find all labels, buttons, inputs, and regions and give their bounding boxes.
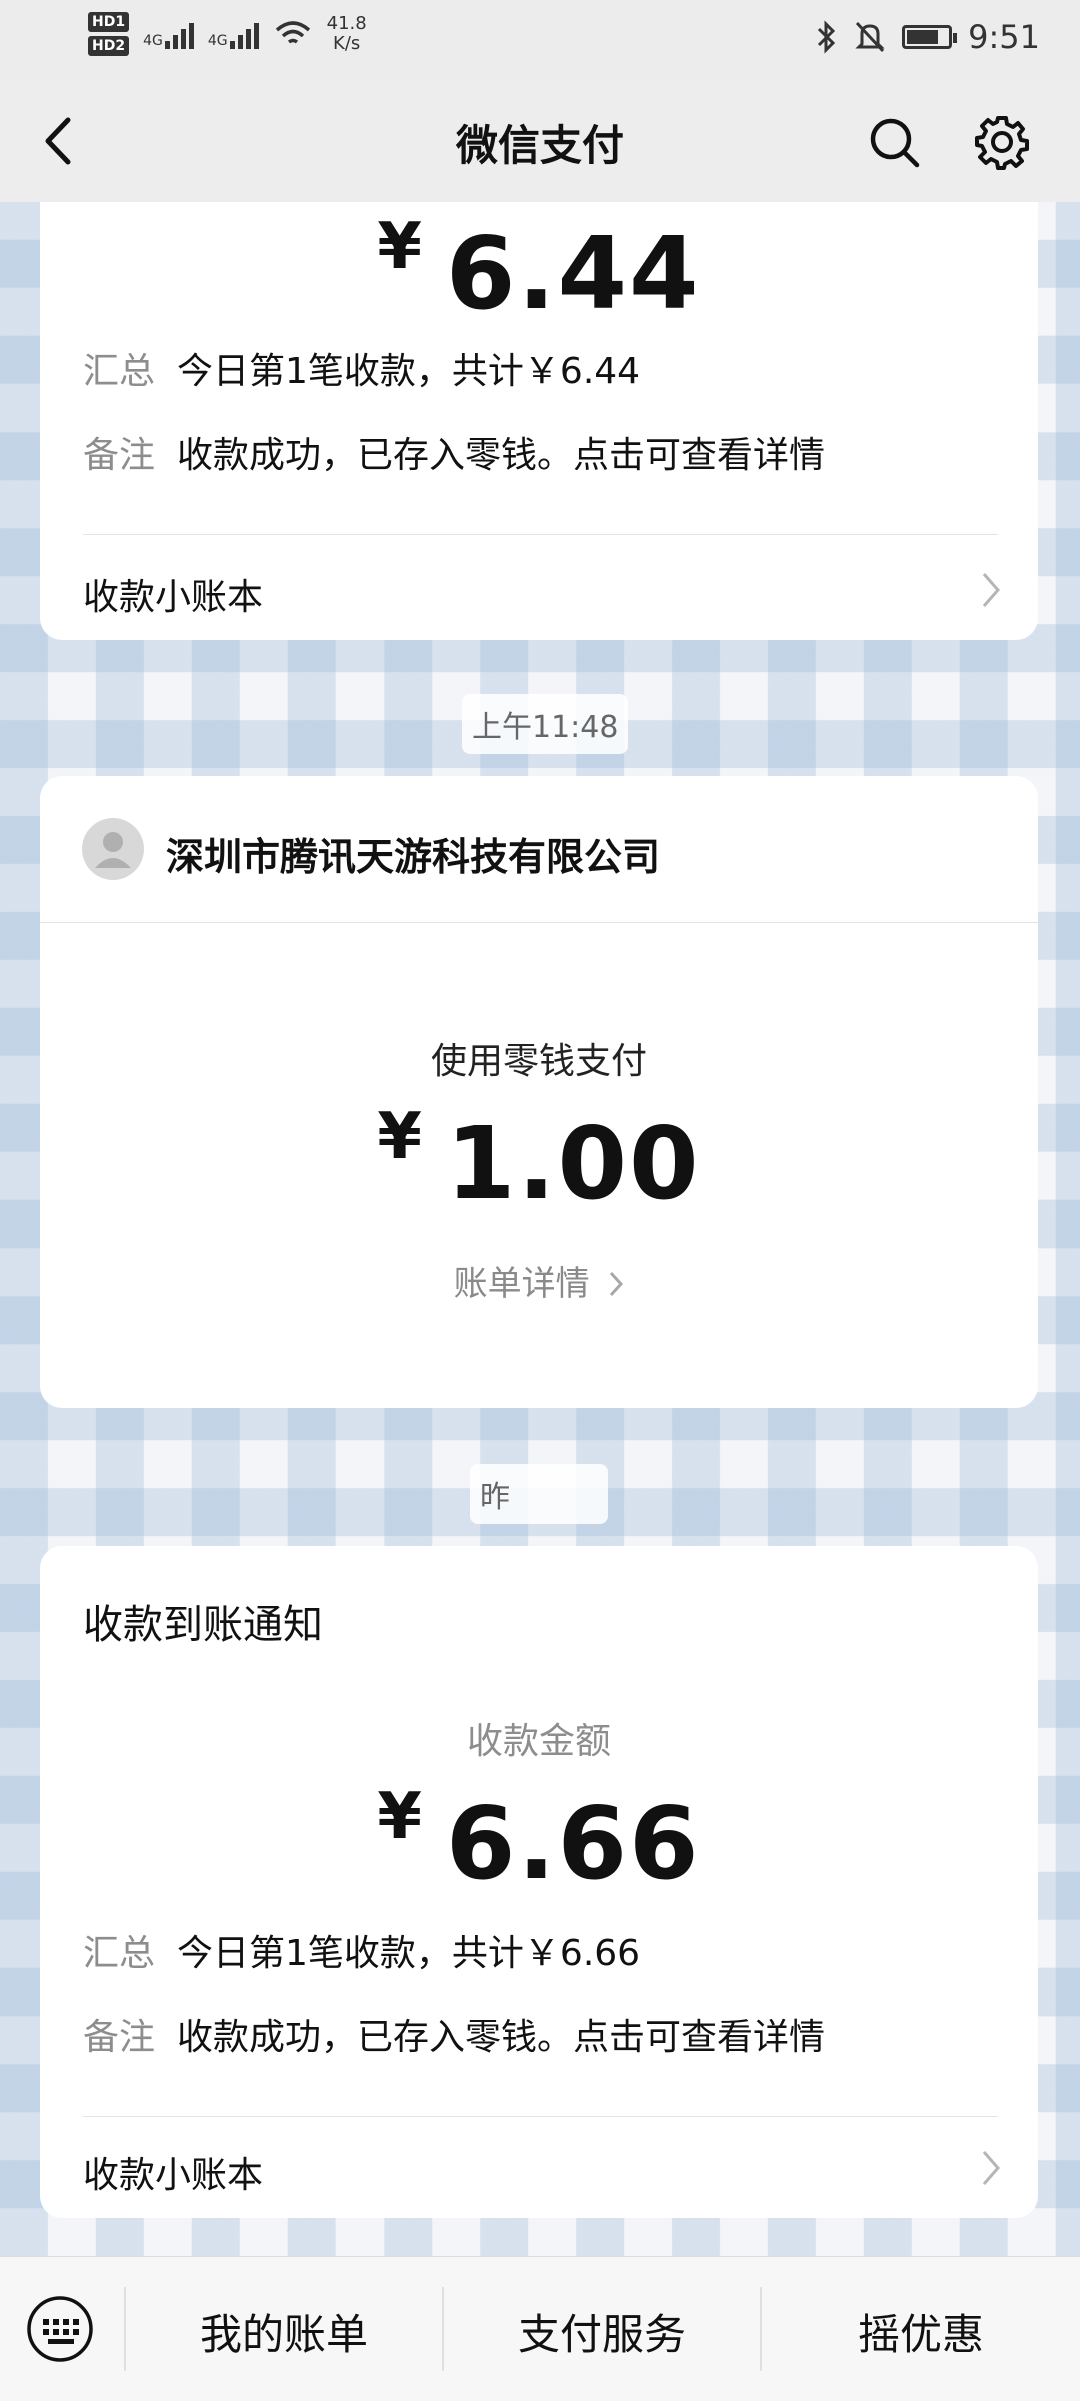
note-value: 收款成功，已存入零钱。点击可查看详情 — [177, 435, 826, 476]
status-left: HD1 HD2 4G 4G 41.8 K/s — [88, 12, 367, 56]
clock: 9:51 — [968, 18, 1040, 56]
amount: ¥1.00 — [377, 1100, 701, 1222]
divider — [83, 534, 998, 535]
tab-payment-services[interactable]: 支付服务 — [444, 2301, 760, 2362]
divider — [83, 2116, 998, 2117]
hd2-badge: HD2 — [88, 36, 130, 56]
payment-card-2[interactable]: 深圳市腾讯天游科技有限公司 使用零钱支付 ¥1.00 账单详情 — [40, 776, 1038, 1408]
chevron-right-icon — [982, 573, 1000, 607]
summary-label: 汇总 — [83, 1933, 156, 1974]
chevron-right-icon — [610, 1271, 624, 1297]
search-icon[interactable] — [868, 116, 920, 168]
hd-badges: HD1 HD2 — [88, 12, 130, 56]
status-right: 9:51 — [816, 18, 1040, 56]
merchant-name: 深圳市腾讯天游科技有限公司 — [166, 835, 661, 879]
time-chip: 昨 — [470, 1464, 608, 1524]
wifi-icon — [275, 21, 310, 44]
summary-value: 今日第1笔收款，共计￥6.44 — [177, 351, 641, 392]
sim2-signal: 4G — [208, 19, 259, 49]
payment-card-3[interactable]: 收款到账通知 收款金额 ¥6.66 汇总 今日第1笔收款，共计￥6.66 备注 收款… — [40, 1546, 1038, 2218]
bottom-bar: 我的账单 支付服务 摇优惠 — [0, 2256, 1080, 2401]
amount: ¥6.66 — [377, 1780, 701, 1902]
summary-row: 汇总 今日第1笔收款，共计￥6.66 — [83, 1924, 640, 1976]
mute-icon — [855, 21, 885, 53]
amount-label: 收款金额 — [466, 1721, 611, 1762]
bluetooth-icon — [818, 20, 836, 54]
status-bar: HD1 HD2 4G 4G 41.8 K/s 9:51 — [0, 0, 1080, 80]
summary-row: 汇总 今日第1笔收款，共计￥6.44 — [83, 342, 640, 394]
bill-detail-link[interactable]: 账单详情 — [40, 1256, 1038, 1305]
card-title: 收款到账通知 — [83, 1602, 323, 1648]
keyboard-icon[interactable] — [26, 2295, 94, 2363]
avatar — [82, 818, 144, 880]
note-value: 收款成功，已存入零钱。点击可查看详情 — [177, 2017, 826, 2058]
summary-label: 汇总 — [83, 351, 156, 392]
nav-bar: 微信支付 — [0, 80, 1080, 202]
payment-method: 使用零钱支付 — [430, 1041, 647, 1082]
amount: ¥6.44 — [377, 210, 701, 332]
note-label: 备注 — [83, 2017, 156, 2058]
summary-value: 今日第1笔收款，共计￥6.66 — [177, 1933, 641, 1974]
ledger-link[interactable]: 收款小账本 — [83, 568, 263, 620]
gear-icon[interactable] — [974, 114, 1030, 170]
hd1-badge: HD1 — [88, 12, 130, 32]
payment-card-1[interactable]: ¥6.44 汇总 今日第1笔收款，共计￥6.44 备注 收款成功，已存入零钱。点击可… — [40, 202, 1038, 640]
battery-icon — [902, 25, 958, 49]
note-row: 备注 收款成功，已存入零钱。点击可查看详情 — [83, 2008, 825, 2060]
sim1-signal: 4G — [143, 19, 194, 49]
ledger-link[interactable]: 收款小账本 — [83, 2146, 263, 2198]
time-chip: 上午11:48 — [462, 694, 629, 754]
net-speed: 41.8 K/s — [326, 13, 367, 54]
chevron-right-icon — [982, 2151, 1000, 2185]
signal-icon — [164, 19, 194, 49]
tab-my-bills[interactable]: 我的账单 — [126, 2301, 442, 2362]
note-label: 备注 — [83, 435, 156, 476]
tab-shake-offers[interactable]: 摇优惠 — [762, 2301, 1080, 2362]
divider — [40, 922, 1038, 923]
bill-detail-label: 账单详情 — [453, 1264, 590, 1304]
signal-icon — [229, 19, 259, 49]
note-row: 备注 收款成功，已存入零钱。点击可查看详情 — [83, 426, 825, 478]
